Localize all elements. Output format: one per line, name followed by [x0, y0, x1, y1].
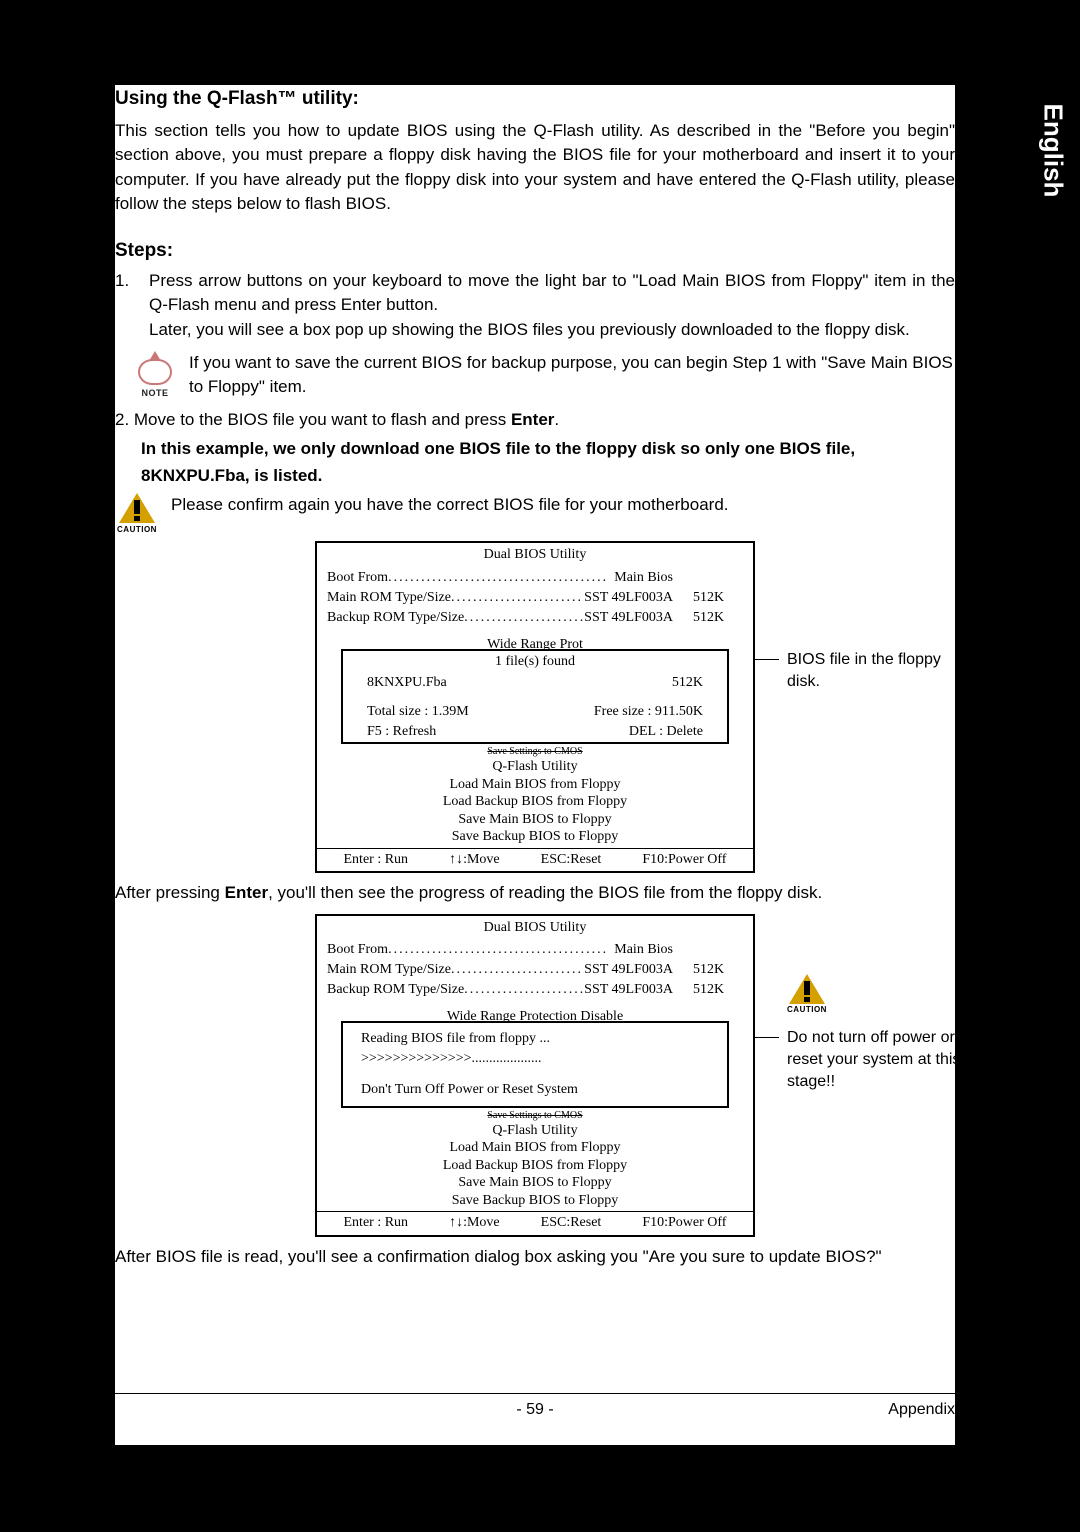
- bios-cut-text: Save Settings to CMOS: [317, 746, 753, 758]
- backup-rom-value: SST 49LF003A: [584, 608, 693, 628]
- qflash-subtitle-2: Q-Flash Utility: [317, 1122, 753, 1140]
- section-heading: Using the Q-Flash™ utility:: [115, 85, 955, 113]
- foot-esc-2: ESC:Reset: [541, 1213, 602, 1233]
- backup-rom-size-2: 512K: [693, 980, 743, 1000]
- menu-item-3b: Save Main BIOS to Floppy: [317, 1174, 753, 1192]
- note-label: NOTE: [141, 387, 168, 400]
- callout-1-text: BIOS file in the floppy disk.: [787, 649, 955, 692]
- main-rom-size-2: 512K: [693, 960, 743, 980]
- popup-filename: 8KNXPU.Fba: [367, 673, 447, 693]
- step-2-enter: Enter: [511, 410, 554, 429]
- step-1: 1. Press arrow buttons on your keyboard …: [115, 269, 955, 343]
- menu-item-2b: Load Backup BIOS from Floppy: [317, 1157, 753, 1175]
- menu-item-1: Load Main BIOS from Floppy: [317, 776, 753, 794]
- step-1-text-b: Later, you will see a box pop up showing…: [149, 318, 955, 343]
- main-rom-value: SST 49LF003A: [584, 588, 693, 608]
- language-tab: English: [1025, 85, 1080, 215]
- note-text: If you want to save the current BIOS for…: [189, 351, 955, 400]
- step-2-bold-note: In this example, we only download one BI…: [141, 435, 955, 489]
- qflash-subtitle: Q-Flash Utility: [317, 758, 753, 776]
- bios-screenshot-2: Dual BIOS Utility Boot From ............…: [115, 914, 955, 1237]
- foot-move: ↑↓:Move: [449, 850, 500, 870]
- popup-reading: Reading BIOS file from floppy ...: [361, 1029, 709, 1049]
- menu-item-4: Save Backup BIOS to Floppy: [317, 828, 753, 846]
- steps-heading: Steps:: [115, 237, 955, 265]
- progress-popup: Reading BIOS file from floppy ... >>>>>>…: [341, 1021, 729, 1108]
- after-text-2: After BIOS file is read, you'll see a co…: [115, 1245, 955, 1270]
- foot-f10-2: F10:Power Off: [642, 1213, 726, 1233]
- page-number: - 59 -: [516, 1398, 553, 1421]
- caution-label: CAUTION: [117, 524, 157, 536]
- bios-screenshot-1: Dual BIOS Utility Boot From ............…: [115, 541, 955, 872]
- caution-label-2: CAUTION: [787, 1005, 827, 1016]
- caution-text-1: Please confirm again you have the correc…: [171, 493, 729, 518]
- language-tab-label: English: [1037, 103, 1068, 197]
- step-1-number: 1.: [115, 269, 135, 343]
- backup-rom-size: 512K: [693, 608, 743, 628]
- popup-progress-bar: >>>>>>>>>>>>>>....................: [361, 1049, 709, 1069]
- intro-paragraph: This section tells you how to update BIO…: [115, 119, 955, 218]
- bios-cut-text-2: Save Settings to CMOS: [317, 1110, 753, 1122]
- caution-block-1: CAUTION Please confirm again you have th…: [115, 493, 955, 536]
- callout-2: CAUTION Do not turn off power or reset y…: [755, 974, 965, 1093]
- popup-header: 1 file(s) found: [343, 651, 727, 673]
- after-text-1: After pressing Enter, you'll then see th…: [115, 881, 955, 906]
- foot-f10: F10:Power Off: [642, 850, 726, 870]
- boot-from-label: Boot From: [327, 568, 388, 588]
- step-1-text-a: Press arrow buttons on your keyboard to …: [149, 269, 955, 318]
- menu-item-4b: Save Backup BIOS to Floppy: [317, 1192, 753, 1210]
- step-2-line: 2. Move to the BIOS file you want to fla…: [115, 408, 955, 433]
- after1-pre: After pressing: [115, 883, 225, 902]
- foot-enter-2: Enter : Run: [344, 1213, 409, 1233]
- after1-post: , you'll then see the progress of readin…: [268, 883, 822, 902]
- backup-rom-label: Backup ROM Type/Size: [327, 608, 464, 628]
- appendix-label: Appendix: [888, 1398, 955, 1421]
- after1-enter: Enter: [225, 883, 268, 902]
- note-block: NOTE If you want to save the current BIO…: [133, 351, 955, 400]
- main-rom-label-2: Main ROM Type/Size: [327, 960, 451, 980]
- bios-title-2: Dual BIOS Utility: [317, 916, 753, 940]
- foot-esc: ESC:Reset: [541, 850, 602, 870]
- popup-filesize: 512K: [672, 673, 703, 693]
- popup-total: Total size : 1.39M: [367, 702, 469, 722]
- main-rom-size: 512K: [693, 588, 743, 608]
- boot-from-label-2: Boot From: [327, 940, 388, 960]
- step-2-post: .: [554, 410, 559, 429]
- foot-move-2: ↑↓:Move: [449, 1213, 500, 1233]
- popup-free: Free size : 911.50K: [594, 702, 703, 722]
- callout-1: BIOS file in the floppy disk.: [755, 649, 955, 692]
- bios-title: Dual BIOS Utility: [317, 543, 753, 567]
- menu-item-1b: Load Main BIOS from Floppy: [317, 1139, 753, 1157]
- note-icon: NOTE: [133, 351, 177, 400]
- menu-item-3: Save Main BIOS to Floppy: [317, 811, 753, 829]
- page-footer: - 59 - Appendix: [115, 1393, 955, 1421]
- menu-item-2: Load Backup BIOS from Floppy: [317, 793, 753, 811]
- boot-from-value: Main Bios: [614, 568, 693, 588]
- page-content: Using the Q-Flash™ utility: This section…: [115, 85, 955, 1445]
- popup-f5: F5 : Refresh: [367, 722, 436, 742]
- main-rom-label: Main ROM Type/Size: [327, 588, 451, 608]
- step-2-pre: 2. Move to the BIOS file you want to fla…: [115, 410, 511, 429]
- boot-from-value-2: Main Bios: [614, 940, 693, 960]
- caution-icon: CAUTION: [115, 493, 159, 536]
- foot-enter: Enter : Run: [344, 850, 409, 870]
- backup-rom-label-2: Backup ROM Type/Size: [327, 980, 464, 1000]
- file-popup: 1 file(s) found 8KNXPU.Fba 512K Total si…: [341, 649, 729, 744]
- popup-del: DEL : Delete: [629, 722, 703, 742]
- main-rom-value-2: SST 49LF003A: [584, 960, 693, 980]
- popup-warning: Don't Turn Off Power or Reset System: [361, 1080, 709, 1100]
- callout-2-text: Do not turn off power or reset your syst…: [787, 1027, 965, 1092]
- backup-rom-value-2: SST 49LF003A: [584, 980, 693, 1000]
- caution-icon-2: CAUTION: [785, 974, 829, 1016]
